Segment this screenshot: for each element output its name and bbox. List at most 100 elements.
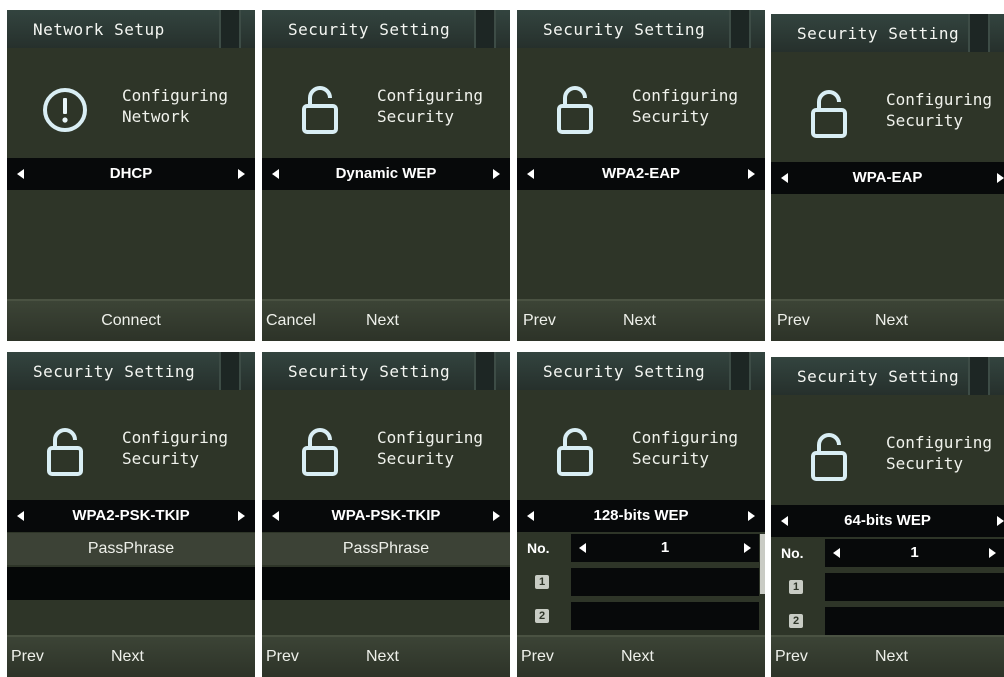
config-message: Configuring Security xyxy=(377,85,483,127)
config-message: Configuring Security xyxy=(122,427,228,469)
screen-title: Network Setup xyxy=(33,20,165,39)
selector-value: WPA-PSK-TKIP xyxy=(331,507,441,524)
prev-button[interactable]: Prev xyxy=(523,312,556,330)
screen-security-wpa2-psk-tkip: Security Setting Configuring Security WPA… xyxy=(7,352,255,677)
next-button[interactable]: Next xyxy=(621,648,654,666)
config-message: Configuring Security xyxy=(886,432,992,474)
selector-value: WPA-EAP xyxy=(852,169,923,186)
passphrase-label: PassPhrase xyxy=(262,533,510,565)
key-slot-badge: 2 xyxy=(535,609,549,623)
arrow-right-icon[interactable] xyxy=(744,543,751,553)
screen-security-dynamic-wep: Security Setting Configuring Security Dyn… xyxy=(262,10,510,341)
screen-security-128-bits-wep: Security Setting Configuring Security 128… xyxy=(517,352,765,677)
security-type-selector[interactable]: WPA-EAP xyxy=(771,162,1004,194)
title-bar: Security Setting xyxy=(262,10,510,48)
security-type-selector[interactable]: WPA2-PSK-TKIP xyxy=(7,500,255,532)
next-button[interactable]: Next xyxy=(875,312,908,330)
key-number-selector[interactable]: 1 xyxy=(825,539,1004,567)
arrow-right-icon[interactable] xyxy=(238,169,245,179)
softkey-bar: Prev Next xyxy=(517,299,765,341)
config-line-2: Security xyxy=(632,449,710,468)
selector-value: 64-bits WEP xyxy=(844,512,931,529)
screen-title: Security Setting xyxy=(543,362,706,381)
passphrase-input[interactable] xyxy=(262,567,510,600)
arrow-right-icon[interactable] xyxy=(989,548,996,558)
wep-key-input[interactable] xyxy=(571,568,759,596)
key-number-label: No. xyxy=(527,540,550,556)
security-type-selector[interactable]: WPA-PSK-TKIP xyxy=(262,500,510,532)
softkey-bar: Prev Next xyxy=(262,635,510,677)
key-number-value: 1 xyxy=(660,539,670,556)
config-line-2: Security xyxy=(886,111,964,130)
scrollbar[interactable] xyxy=(760,534,765,594)
key-row-1: 1 xyxy=(517,568,765,598)
title-bar: Network Setup xyxy=(7,10,255,48)
unlock-icon xyxy=(799,427,859,487)
screen-security-wpa-eap: Security Setting Configuring Security WPA… xyxy=(771,14,1004,341)
unlock-icon xyxy=(799,84,859,144)
title-bar: Security Setting xyxy=(517,352,765,390)
arrow-right-icon[interactable] xyxy=(748,511,755,521)
connect-button[interactable]: Connect xyxy=(7,312,255,330)
selector-value: WPA2-EAP xyxy=(601,165,681,182)
config-line-2: Security xyxy=(377,107,455,126)
next-button[interactable]: Next xyxy=(623,312,656,330)
arrow-right-icon[interactable] xyxy=(493,169,500,179)
key-number-selector[interactable]: 1 xyxy=(571,534,759,562)
alert-icon xyxy=(35,80,95,140)
config-message: Configuring Security xyxy=(632,427,738,469)
arrow-right-icon[interactable] xyxy=(748,169,755,179)
config-line-1: Configuring xyxy=(377,86,483,105)
config-line-2: Security xyxy=(122,449,200,468)
key-number-value: 1 xyxy=(910,544,919,561)
title-bar: Security Setting xyxy=(771,357,1004,395)
mode-selector[interactable]: DHCP xyxy=(7,158,255,190)
config-line-2: Security xyxy=(886,454,964,473)
unlock-icon xyxy=(290,422,350,482)
title-bar: Security Setting xyxy=(262,352,510,390)
screen-title: Security Setting xyxy=(797,367,960,386)
config-line-1: Configuring xyxy=(377,428,483,447)
key-row-2: 2 xyxy=(771,607,1004,637)
passphrase-label: PassPhrase xyxy=(7,533,255,565)
config-line-1: Configuring xyxy=(122,86,228,105)
config-line-2: Network xyxy=(122,107,190,126)
cancel-button[interactable]: Cancel xyxy=(266,312,316,330)
key-slot-badge: 1 xyxy=(789,580,803,594)
screen-title: Security Setting xyxy=(543,20,706,39)
next-button[interactable]: Next xyxy=(366,312,399,330)
softkey-bar: Prev Next xyxy=(7,635,255,677)
security-type-selector[interactable]: 128-bits WEP xyxy=(517,500,765,532)
screen-title: Security Setting xyxy=(288,20,451,39)
screen-security-wpa-psk-tkip: Security Setting Configuring Security WPA… xyxy=(262,352,510,677)
config-message: Configuring Security xyxy=(632,85,738,127)
security-type-selector[interactable]: WPA2-EAP xyxy=(517,158,765,190)
security-type-selector[interactable]: Dynamic WEP xyxy=(262,158,510,190)
prev-button[interactable]: Prev xyxy=(266,648,299,666)
softkey-bar: Cancel Next xyxy=(262,299,510,341)
arrow-right-icon[interactable] xyxy=(493,511,500,521)
prev-button[interactable]: Prev xyxy=(777,312,810,330)
key-row-2: 2 xyxy=(517,602,765,632)
arrow-right-icon[interactable] xyxy=(997,516,1004,526)
wep-key-input[interactable] xyxy=(825,573,1004,601)
arrow-right-icon[interactable] xyxy=(238,511,245,521)
wep-key-input[interactable] xyxy=(571,602,759,630)
title-bar: Security Setting xyxy=(771,14,1004,52)
selector-value: DHCP xyxy=(109,165,153,182)
next-button[interactable]: Next xyxy=(366,648,399,666)
prev-button[interactable]: Prev xyxy=(521,648,554,666)
prev-button[interactable]: Prev xyxy=(775,648,808,666)
config-line-1: Configuring xyxy=(632,86,738,105)
config-message: Configuring Security xyxy=(886,89,992,131)
prev-button[interactable]: Prev xyxy=(11,648,44,666)
security-type-selector[interactable]: 64-bits WEP xyxy=(771,505,1004,537)
wep-key-input[interactable] xyxy=(825,607,1004,635)
arrow-right-icon[interactable] xyxy=(997,173,1004,183)
key-row-1: 1 xyxy=(771,573,1004,603)
key-number-row: No. 1 xyxy=(771,539,1004,569)
next-button[interactable]: Next xyxy=(875,648,908,666)
selector-value: Dynamic WEP xyxy=(335,165,437,182)
next-button[interactable]: Next xyxy=(111,648,144,666)
passphrase-input[interactable] xyxy=(7,567,255,600)
